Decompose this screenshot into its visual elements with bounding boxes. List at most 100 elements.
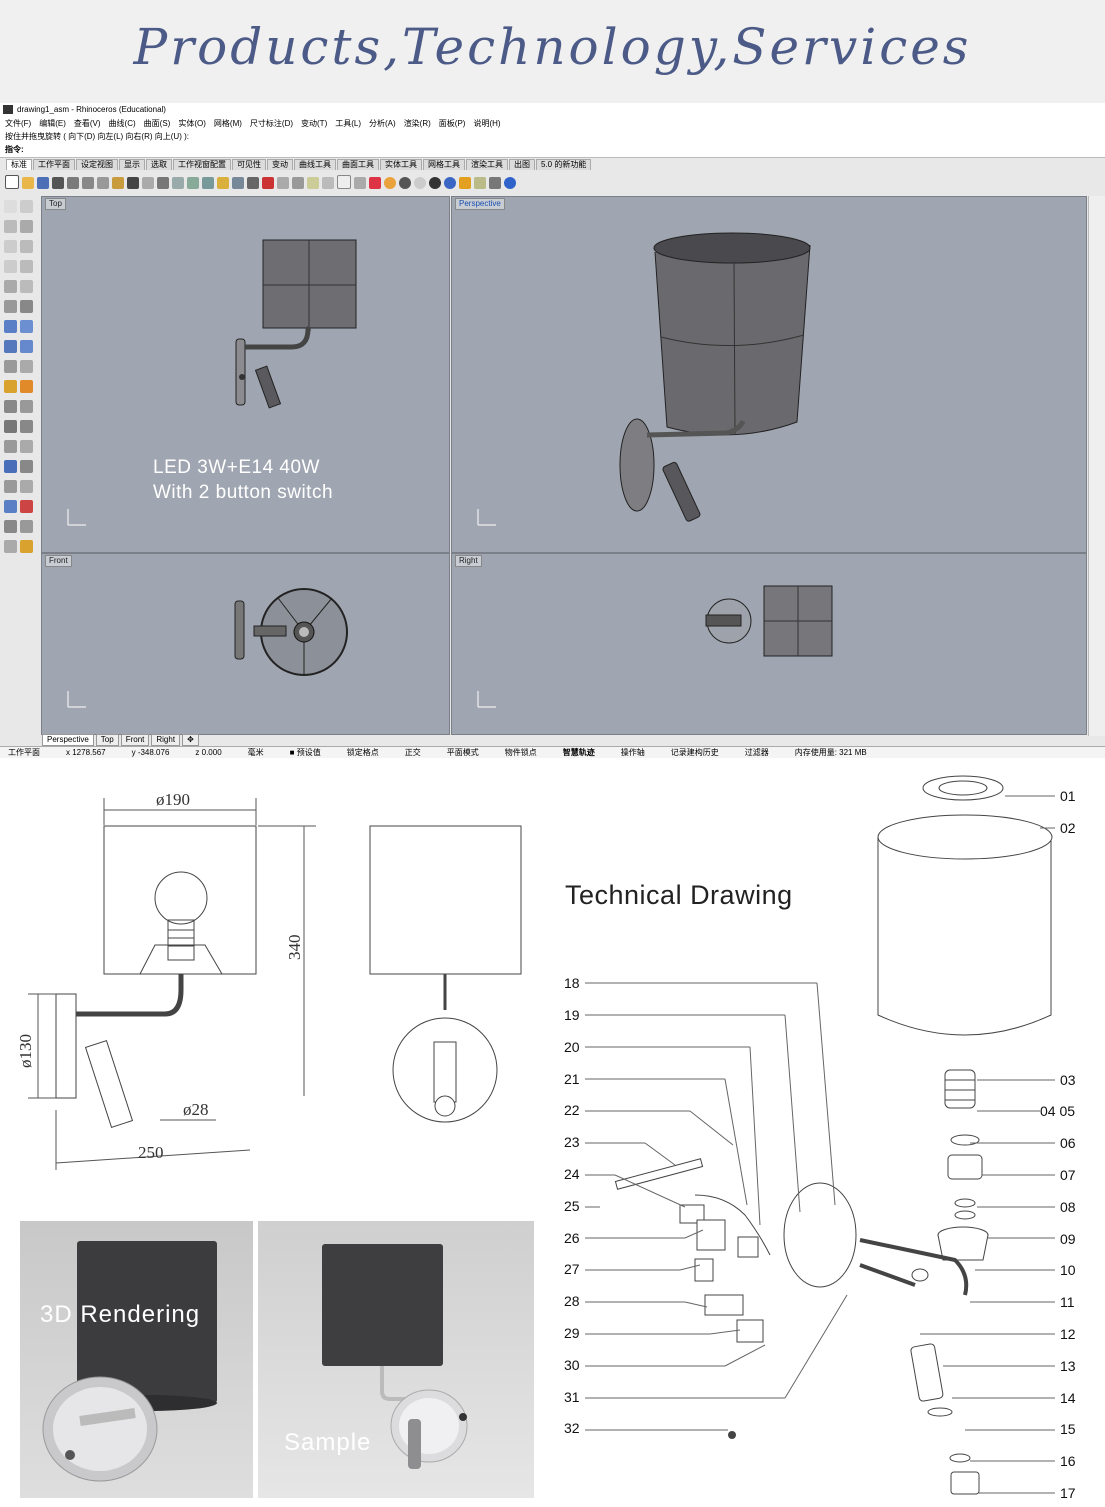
group-icon[interactable]: [20, 400, 33, 413]
offset-icon[interactable]: [4, 300, 17, 313]
light-bulb-icon[interactable]: [337, 175, 351, 189]
sphere-icon[interactable]: [20, 320, 33, 333]
print-icon[interactable]: [52, 177, 64, 189]
status-history[interactable]: 记录建构历史: [671, 748, 719, 757]
cut-icon[interactable]: [82, 177, 94, 189]
hatch-icon[interactable]: [4, 540, 17, 553]
move-icon[interactable]: [4, 420, 17, 433]
extrude-icon[interactable]: [4, 320, 17, 333]
status-planar[interactable]: 平面模式: [447, 748, 479, 757]
status-osnap[interactable]: 物件锁点: [505, 748, 537, 757]
tab-mesh-tools[interactable]: 网格工具: [423, 159, 465, 170]
tab-set-view[interactable]: 设定视图: [76, 159, 118, 170]
curve-icon[interactable]: [20, 220, 33, 233]
tab-display[interactable]: 显示: [119, 159, 145, 170]
help-icon[interactable]: [504, 177, 516, 189]
zoom-icon[interactable]: [172, 177, 184, 189]
status-ortho[interactable]: 正交: [405, 748, 421, 757]
menu-render[interactable]: 渲染(R): [404, 119, 431, 128]
save-icon[interactable]: [37, 177, 49, 189]
menu-edit[interactable]: 编辑(E): [39, 119, 66, 128]
menu-transform[interactable]: 变动(T): [301, 119, 327, 128]
copy-object-icon[interactable]: [20, 420, 33, 433]
history-icon[interactable]: [4, 520, 17, 533]
status-filter[interactable]: 过滤器: [745, 748, 769, 757]
tab-select[interactable]: 选取: [146, 159, 172, 170]
fillet-curve-icon[interactable]: [20, 280, 33, 293]
menu-curve[interactable]: 曲线(C): [109, 119, 136, 128]
pointer-icon[interactable]: [4, 200, 17, 213]
rotate-view-icon[interactable]: [232, 177, 244, 189]
tab-curve-tools[interactable]: 曲线工具: [294, 159, 336, 170]
polygon-icon[interactable]: [4, 280, 17, 293]
status-cplane[interactable]: 工作平面: [8, 748, 40, 757]
menu-help[interactable]: 说明(H): [473, 119, 500, 128]
status-gumball[interactable]: 操作轴: [621, 748, 645, 757]
zoom-window-icon[interactable]: [187, 177, 199, 189]
menu-analyze[interactable]: 分析(A): [369, 119, 396, 128]
viewport-perspective[interactable]: Perspective: [451, 196, 1087, 553]
polyline-icon[interactable]: [4, 220, 17, 233]
cylinder-icon[interactable]: [20, 340, 33, 353]
render-preview-icon[interactable]: [20, 540, 33, 553]
rendered-icon[interactable]: [414, 177, 426, 189]
status-smarttrack[interactable]: 智慧轨迹: [563, 748, 595, 757]
tab-surface-tools[interactable]: 曲面工具: [337, 159, 379, 170]
viewport-top[interactable]: Top LED 3W+E14 40W With 2 button switch: [41, 196, 450, 553]
status-units[interactable]: 毫米: [248, 748, 264, 757]
command-line[interactable]: 指令:: [0, 143, 1105, 158]
options-icon[interactable]: [459, 177, 471, 189]
menu-solid[interactable]: 实体(O): [178, 119, 206, 128]
join-icon[interactable]: [4, 400, 17, 413]
boolean-icon[interactable]: [20, 360, 33, 373]
grid-viewports-icon[interactable]: [247, 177, 259, 189]
circle-icon[interactable]: [4, 240, 17, 253]
viewport-right[interactable]: Right: [451, 553, 1087, 735]
color-icon[interactable]: [369, 177, 381, 189]
status-layer[interactable]: ■ 预设值: [290, 748, 321, 757]
rotate-icon[interactable]: [4, 440, 17, 453]
select-icon[interactable]: [262, 177, 274, 189]
tab-transform[interactable]: 变动: [267, 159, 293, 170]
vp-tab-top[interactable]: Top: [95, 734, 119, 746]
material-icon[interactable]: [384, 177, 396, 189]
right-panel-strip[interactable]: [1088, 196, 1105, 736]
move-view-icon[interactable]: [157, 177, 169, 189]
new-file-icon[interactable]: [5, 175, 19, 189]
menu-panels[interactable]: 面板(P): [439, 119, 466, 128]
array-icon[interactable]: [20, 460, 33, 473]
tab-visibility[interactable]: 可见性: [232, 159, 266, 170]
point-icon[interactable]: [20, 200, 33, 213]
copy-icon[interactable]: [97, 177, 109, 189]
snap-icon[interactable]: [489, 177, 501, 189]
lock-icon[interactable]: [307, 177, 319, 189]
check-icon[interactable]: [20, 520, 33, 533]
vp-tab-right[interactable]: Right: [151, 734, 181, 746]
tab-render-tools[interactable]: 渲染工具: [466, 159, 508, 170]
scale-icon[interactable]: [20, 440, 33, 453]
gear-icon[interactable]: [474, 177, 486, 189]
vp-tab-front[interactable]: Front: [120, 734, 150, 746]
undo-icon[interactable]: [127, 177, 139, 189]
text-icon[interactable]: [20, 500, 33, 513]
split-icon[interactable]: [20, 380, 33, 393]
show-icon[interactable]: [292, 177, 304, 189]
vp-tab-perspective[interactable]: Perspective: [42, 734, 94, 746]
viewport-front[interactable]: Front: [41, 553, 450, 735]
tab-standard[interactable]: 标准: [6, 159, 32, 170]
menu-tools[interactable]: 工具(L): [335, 119, 361, 128]
menu-surface[interactable]: 曲面(S): [144, 119, 171, 128]
paste-icon[interactable]: [112, 177, 124, 189]
mirror-icon[interactable]: [4, 460, 17, 473]
menu-mesh[interactable]: 网格(M): [214, 119, 242, 128]
mesh-icon[interactable]: [4, 360, 17, 373]
hide-icon[interactable]: [277, 177, 289, 189]
tab-drafting[interactable]: 出图: [509, 159, 535, 170]
arc-icon[interactable]: [20, 240, 33, 253]
pan-hand-icon[interactable]: [142, 177, 154, 189]
tab-viewport-layout[interactable]: 工作视窗配置: [173, 159, 231, 170]
properties-icon[interactable]: [354, 177, 366, 189]
import-icon[interactable]: [67, 177, 79, 189]
explode-icon[interactable]: [4, 380, 17, 393]
status-grid-snap[interactable]: 锁定格点: [347, 748, 379, 757]
